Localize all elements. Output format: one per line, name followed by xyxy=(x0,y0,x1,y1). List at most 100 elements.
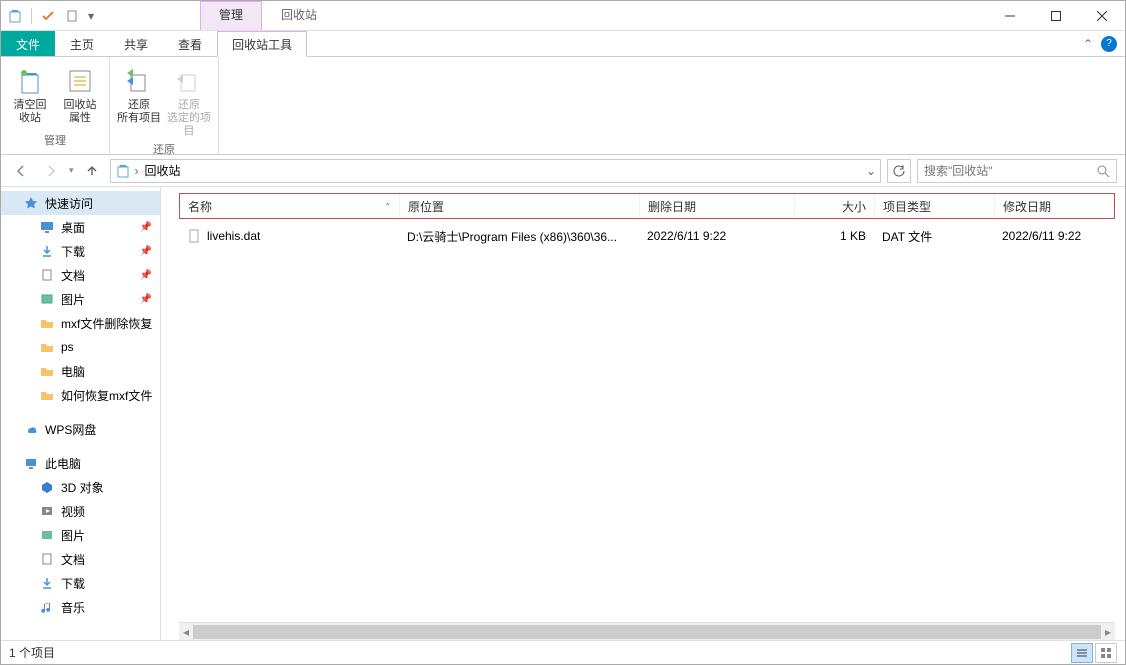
refresh-button[interactable] xyxy=(887,159,911,183)
sidebar-item-videos[interactable]: 视频 xyxy=(1,499,160,523)
recycle-bin-icon[interactable] xyxy=(5,6,25,26)
search-icon[interactable] xyxy=(1096,164,1110,178)
folder-icon xyxy=(39,339,55,355)
ribbon-group-manage: 清空回 收站 回收站 属性 管理 xyxy=(1,57,110,154)
file-list-area: 名称⌃ 原位置 删除日期 大小 项目类型 修改日期 livehis.dat D:… xyxy=(161,187,1125,640)
tab-share[interactable]: 共享 xyxy=(109,31,163,56)
empty-recycle-bin-button[interactable]: 清空回 收站 xyxy=(7,61,53,130)
contextual-tab-manage[interactable]: 管理 xyxy=(200,1,262,30)
picture-icon xyxy=(39,527,55,543)
restore-all-icon xyxy=(123,65,155,97)
cube-icon xyxy=(39,479,55,495)
document-icon xyxy=(39,551,55,567)
col-name[interactable]: 名称⌃ xyxy=(180,194,400,218)
properties-icon xyxy=(64,65,96,97)
ribbon-group-restore: 还原 所有项目 还原 选定的项目 还原 xyxy=(110,57,219,154)
forward-button[interactable] xyxy=(39,159,63,183)
details-view-button[interactable] xyxy=(1071,643,1093,663)
tab-home[interactable]: 主页 xyxy=(55,31,109,56)
ribbon-collapse-icon[interactable]: ⌃ xyxy=(1083,37,1093,51)
sidebar-item-computer-folder[interactable]: 电脑 xyxy=(1,359,160,383)
sidebar-item-downloads2[interactable]: 下载 xyxy=(1,571,160,595)
sidebar-item-music[interactable]: 音乐 xyxy=(1,595,160,619)
sidebar-item-wps[interactable]: WPS网盘 xyxy=(1,417,160,441)
tab-view[interactable]: 查看 xyxy=(163,31,217,56)
folder-icon xyxy=(39,363,55,379)
back-button[interactable] xyxy=(9,159,33,183)
sidebar-item-documents[interactable]: 文档📌 xyxy=(1,263,160,287)
titlebar: ▾ 管理 回收站 xyxy=(1,1,1125,31)
restore-selected-button: 还原 选定的项目 xyxy=(166,61,212,139)
search-input[interactable] xyxy=(924,164,1096,178)
pin-icon: 📌 xyxy=(140,246,152,257)
horizontal-scrollbar[interactable]: ◂ ▸ xyxy=(179,622,1115,640)
qat-checkmark-icon[interactable] xyxy=(38,6,58,26)
address-bar[interactable]: › 回收站 ⌄ xyxy=(110,159,881,183)
file-list[interactable]: livehis.dat D:\云骑士\Program Files (x86)\3… xyxy=(161,219,1125,622)
sidebar-item-howto[interactable]: 如何恢复mxf文件 xyxy=(1,383,160,407)
cloud-icon xyxy=(23,421,39,437)
ribbon-tabs: 文件 主页 共享 查看 回收站工具 ⌃ ? xyxy=(1,31,1125,57)
pin-icon: 📌 xyxy=(140,294,152,305)
sidebar-item-downloads[interactable]: 下载📌 xyxy=(1,239,160,263)
sort-indicator-icon: ⌃ xyxy=(384,202,391,211)
up-button[interactable] xyxy=(80,159,104,183)
folder-icon xyxy=(39,315,55,331)
file-icon xyxy=(187,229,201,243)
icons-view-button[interactable] xyxy=(1095,643,1117,663)
picture-icon xyxy=(39,291,55,307)
col-original-location[interactable]: 原位置 xyxy=(400,194,640,218)
recycle-bin-properties-button[interactable]: 回收站 属性 xyxy=(57,61,103,130)
quick-access-toolbar: ▾ xyxy=(1,1,100,30)
document-icon xyxy=(39,267,55,283)
ribbon: 清空回 收站 回收站 属性 管理 还原 所有项目 还原 xyxy=(1,57,1125,155)
desktop-icon xyxy=(39,219,55,235)
col-item-type[interactable]: 项目类型 xyxy=(875,194,995,218)
computer-icon xyxy=(23,455,39,471)
file-row[interactable]: livehis.dat D:\云骑士\Program Files (x86)\3… xyxy=(179,225,1115,247)
scroll-thumb[interactable] xyxy=(193,625,1101,639)
pin-icon: 📌 xyxy=(140,270,152,281)
item-count: 1 个项目 xyxy=(9,644,55,661)
maximize-button[interactable] xyxy=(1033,1,1079,30)
col-size[interactable]: 大小 xyxy=(795,194,875,218)
qat-document-icon[interactable] xyxy=(62,6,82,26)
col-date-deleted[interactable]: 删除日期 xyxy=(640,194,795,218)
status-bar: 1 个项目 xyxy=(1,640,1125,664)
navigation-pane[interactable]: 快速访问 桌面📌 下载📌 文档📌 图片📌 mxf文件删除恢复 ps 电 xyxy=(1,187,161,640)
column-headers: 名称⌃ 原位置 删除日期 大小 项目类型 修改日期 xyxy=(179,193,1115,219)
restore-selected-icon xyxy=(173,65,205,97)
sidebar-item-quick-access[interactable]: 快速访问 xyxy=(1,191,160,215)
address-dropdown-icon[interactable]: ⌄ xyxy=(866,164,876,178)
download-icon xyxy=(39,575,55,591)
sidebar-item-pictures2[interactable]: 图片 xyxy=(1,523,160,547)
qat-dropdown-icon[interactable]: ▾ xyxy=(86,6,96,26)
music-icon xyxy=(39,599,55,615)
sidebar-item-ps[interactable]: ps xyxy=(1,335,160,359)
breadcrumb-root[interactable]: › xyxy=(115,163,139,179)
sidebar-item-this-pc[interactable]: 此电脑 xyxy=(1,451,160,475)
star-icon xyxy=(23,195,39,211)
sidebar-item-documents2[interactable]: 文档 xyxy=(1,547,160,571)
sidebar-item-mxf[interactable]: mxf文件删除恢复 xyxy=(1,311,160,335)
tab-file[interactable]: 文件 xyxy=(1,31,55,56)
minimize-button[interactable] xyxy=(987,1,1033,30)
breadcrumb-location[interactable]: 回收站 xyxy=(145,162,181,179)
window-title: 回收站 xyxy=(262,1,336,30)
help-icon[interactable]: ? xyxy=(1101,36,1117,52)
pin-icon: 📌 xyxy=(140,222,152,233)
sidebar-item-3d[interactable]: 3D 对象 xyxy=(1,475,160,499)
download-icon xyxy=(39,243,55,259)
recent-dropdown-icon[interactable]: ▾ xyxy=(69,165,74,176)
restore-all-button[interactable]: 还原 所有项目 xyxy=(116,61,162,139)
sidebar-item-desktop[interactable]: 桌面📌 xyxy=(1,215,160,239)
sidebar-item-pictures[interactable]: 图片📌 xyxy=(1,287,160,311)
search-box[interactable] xyxy=(917,159,1117,183)
navigation-bar: ▾ › 回收站 ⌄ xyxy=(1,155,1125,187)
video-icon xyxy=(39,503,55,519)
folder-icon xyxy=(39,387,55,403)
close-button[interactable] xyxy=(1079,1,1125,30)
col-date-modified[interactable]: 修改日期 xyxy=(995,194,1114,218)
main-area: 快速访问 桌面📌 下载📌 文档📌 图片📌 mxf文件删除恢复 ps 电 xyxy=(1,187,1125,640)
tab-recycle-tools[interactable]: 回收站工具 xyxy=(217,31,307,57)
